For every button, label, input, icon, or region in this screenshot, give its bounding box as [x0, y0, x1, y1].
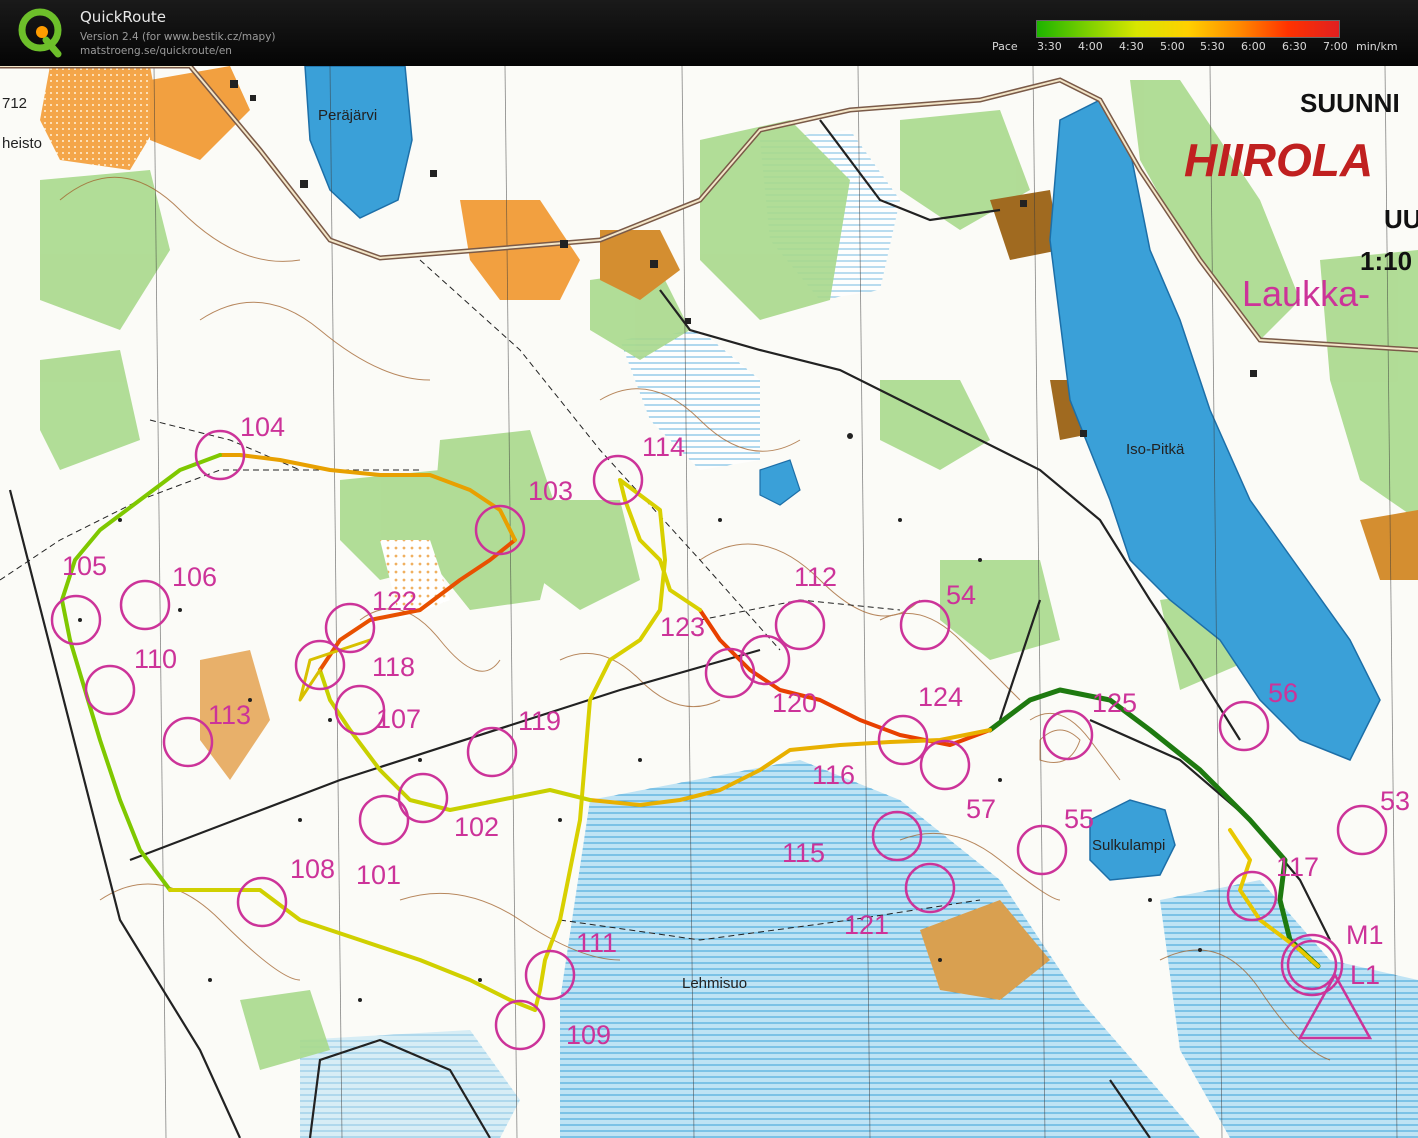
- pace-tick: 6:30: [1282, 40, 1307, 53]
- pace-color-bar: [1036, 20, 1340, 38]
- control-label: 114: [642, 432, 685, 462]
- version-text: Version 2.4 (for www.bestik.cz/mapy): [80, 31, 276, 43]
- control-label: 120: [772, 688, 817, 718]
- control-label: 115: [782, 838, 825, 868]
- pace-tick: 4:30: [1119, 40, 1144, 53]
- control-label: 121: [844, 910, 889, 940]
- control-label: 124: [918, 682, 963, 712]
- place-name-heisto: heisto: [2, 135, 42, 152]
- control-label: 111: [576, 928, 617, 958]
- control-label: L1: [1350, 960, 1380, 990]
- quickroute-logo-icon: [18, 8, 62, 58]
- app-header: QuickRoute Version 2.4 (for www.bestik.c…: [0, 0, 1418, 66]
- pace-tick: 4:00: [1078, 40, 1103, 53]
- control-label: 110: [134, 644, 177, 674]
- pace-tick: 6:00: [1241, 40, 1266, 53]
- control-label: 117: [1276, 852, 1319, 882]
- control-label: 104: [240, 412, 285, 442]
- control-label: 125: [1092, 688, 1137, 718]
- control-label: 122: [372, 586, 417, 616]
- control-label: 123: [660, 612, 705, 642]
- pace-tick: 7:00: [1323, 40, 1348, 53]
- map-title-line: Laukka-: [1242, 273, 1370, 314]
- pace-label: Pace: [992, 40, 1018, 53]
- control-label: 56: [1268, 678, 1298, 708]
- control-label: 103: [528, 476, 573, 506]
- control-label: 101: [356, 860, 401, 890]
- control-label: 109: [566, 1020, 611, 1050]
- map-title-line: SUUNNI: [1300, 88, 1400, 118]
- control-label: 119: [518, 706, 561, 736]
- control-label: 107: [376, 704, 421, 734]
- control-label: 102: [454, 812, 499, 842]
- place-name-iso-pitka: Iso-Pitkä: [1126, 441, 1185, 458]
- control-label: 106: [172, 562, 217, 592]
- url-text: matstroeng.se/quickroute/en: [80, 45, 232, 57]
- pace-tick: 3:30: [1037, 40, 1062, 53]
- place-name-sulkulampi: Sulkulampi: [1092, 837, 1165, 854]
- control-label: 55: [1064, 804, 1094, 834]
- control-label: 118: [372, 652, 415, 682]
- pace-unit: min/km: [1356, 40, 1398, 53]
- place-name-712: 712: [2, 95, 27, 112]
- pace-tick: 5:30: [1200, 40, 1225, 53]
- control-label: 113: [208, 700, 251, 730]
- map-title-line: UU: [1384, 204, 1418, 234]
- control-label: 116: [812, 760, 855, 790]
- map-title-line: HIIROLA: [1184, 134, 1373, 186]
- control-label: 53: [1380, 786, 1410, 816]
- control-label: 108: [290, 854, 335, 884]
- map-title-line: 1:10: [1360, 246, 1412, 276]
- control-label: M1: [1346, 920, 1384, 950]
- app-title: QuickRoute: [80, 8, 166, 26]
- control-label: 112: [794, 562, 837, 592]
- control-label: 105: [62, 551, 107, 581]
- control-label: 54: [946, 580, 976, 610]
- control-label: 57: [966, 794, 996, 824]
- pace-tick: 5:00: [1160, 40, 1185, 53]
- orienteering-map[interactable]: 104 103 114 105 106 110 122 118 113 107 …: [0, 66, 1418, 1138]
- place-name-perajarvi: Peräjärvi: [318, 107, 377, 124]
- place-name-lehmisuo: Lehmisuo: [682, 975, 747, 992]
